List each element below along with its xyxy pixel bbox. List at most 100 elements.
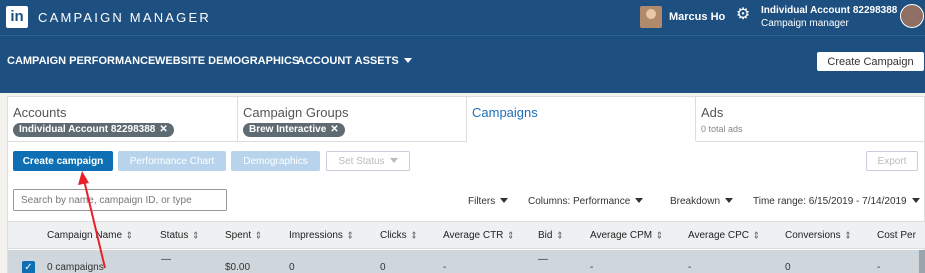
table-row: ✓ 0 campaigns — $0.00 0 0 - — - - 0 - [8,250,925,273]
app-title: CAMPAIGN MANAGER [38,10,211,25]
sort-icon: ⇕ [410,230,418,241]
column-header[interactable]: Campaign Name ⇕ [47,230,133,241]
row-cpc: - [688,262,692,273]
account-filter-chip: Individual Account 82298388 ✕ [13,123,174,137]
row-ctr: - [443,262,447,273]
time-range-label: Time range: 6/15/2019 - 7/14/2019 [753,196,907,207]
column-label: Average CPM [590,230,653,241]
row-status: — [161,254,171,265]
group-filter-chip: Brew Interactive ✕ [243,123,345,137]
chevron-down-icon [403,58,412,63]
filters-dropdown[interactable]: Filters [468,196,509,207]
column-header[interactable]: Bid ⇕ [538,230,563,241]
chevron-down-icon [500,198,509,203]
column-label: Bid [538,230,553,241]
column-label: Campaign Name [47,230,123,241]
account-role: Campaign manager [761,18,849,29]
close-icon[interactable]: ✕ [159,124,167,135]
row-cpm: - [590,262,594,273]
sort-icon: ⇕ [126,230,133,241]
chevron-down-icon [389,157,398,163]
sort-icon: ⇕ [556,230,564,241]
vertical-scrollbar[interactable] [919,250,925,273]
main-nav: CAMPAIGN PERFORMANCE WEBSITE DEMOGRAPHIC… [0,35,925,93]
sort-icon: ⇕ [192,230,200,241]
ads-count: 0 total ads [701,124,743,134]
breakdown-label: Breakdown [670,196,721,207]
column-header[interactable]: Cost Per [877,230,916,241]
row-impressions: 0 [289,262,295,273]
column-header[interactable]: Status ⇕ [160,230,199,241]
column-label: Cost Per [877,230,916,241]
user-avatar[interactable] [640,6,662,28]
column-header[interactable]: Spent ⇕ [225,230,262,241]
breadcrumb-tabs: Accounts Individual Account 82298388 ✕ Ca… [8,97,925,142]
top-bar: in CAMPAIGN MANAGER Marcus Ho ⚙ Individu… [0,0,925,35]
tab-campaign-groups[interactable]: Campaign Groups Brew Interactive ✕ [238,97,467,142]
performance-chart-button[interactable]: Performance Chart [118,151,226,171]
column-header[interactable]: Average CPC ⇕ [688,230,760,241]
close-icon[interactable]: ✕ [330,124,338,135]
sort-icon: ⇕ [255,230,262,241]
column-label: Spent [225,230,252,241]
column-header[interactable]: Average CTR ⇕ [443,230,514,241]
row-spent: $0.00 [225,262,251,273]
nav-account-assets-label: ACCOUNT ASSETS [297,55,399,67]
column-label: Average CTR [443,230,504,241]
tab-campaigns-label: Campaigns [472,105,538,120]
columns-dropdown[interactable]: Columns: Performance [528,196,644,207]
chevron-down-icon [725,198,734,203]
column-label: Average CPC [688,230,749,241]
column-header[interactable]: Impressions ⇕ [289,230,354,241]
export-button[interactable]: Export [866,151,918,171]
create-campaign-header-button[interactable]: Create Campaign [817,52,924,71]
account-name[interactable]: Individual Account 82298388 [761,5,897,16]
filters-label: Filters [468,196,496,207]
columns-label: Columns: Performance [528,196,631,207]
nav-account-assets[interactable]: ACCOUNT ASSETS [297,55,412,67]
profile-avatar[interactable] [900,4,924,28]
tab-ads[interactable]: Ads 0 total ads [696,97,925,142]
row-conversions: 0 [785,262,791,273]
sort-icon: ⇕ [656,230,663,241]
tab-campaign-groups-label: Campaign Groups [243,105,349,120]
set-status-label: Set Status [338,155,385,167]
nav-website-demographics[interactable]: WEBSITE DEMOGRAPHICS [155,55,299,67]
user-name[interactable]: Marcus Ho [669,11,725,23]
gear-icon[interactable]: ⚙ [734,6,752,24]
breakdown-dropdown[interactable]: Breakdown [670,196,734,207]
sort-icon: ⇕ [507,230,515,241]
column-label: Status [160,230,189,241]
row-clicks: 0 [380,262,386,273]
demographics-button[interactable]: Demographics [231,151,320,171]
create-campaign-button[interactable]: Create campaign [13,151,113,171]
sort-icon: ⇕ [346,230,354,241]
sort-icon: ⇕ [844,230,852,241]
search-input[interactable] [13,189,227,211]
row-bid: — [538,254,548,265]
tab-accounts[interactable]: Accounts Individual Account 82298388 ✕ [8,97,238,142]
campaigns-panel: Accounts Individual Account 82298388 ✕ Ca… [7,96,925,273]
table-header: Campaign Name ⇕ Status ⇕ Spent ⇕ Impression… [8,221,925,249]
tab-ads-label: Ads [701,105,724,120]
column-header[interactable]: Clicks ⇕ [380,230,417,241]
column-header[interactable]: Conversions ⇕ [785,230,851,241]
sort-icon: ⇕ [752,230,760,241]
column-header[interactable]: Average CPM ⇕ [590,230,663,241]
column-label: Clicks [380,230,407,241]
tab-accounts-label: Accounts [13,105,67,120]
select-all-checkbox[interactable]: ✓ [22,261,35,273]
set-status-dropdown[interactable]: Set Status [326,151,410,171]
linkedin-logo[interactable]: in [6,6,28,28]
column-label: Conversions [785,230,841,241]
action-bar: Create campaign Performance Chart Demogr… [8,142,925,177]
tab-campaigns[interactable]: Campaigns [467,97,696,142]
nav-campaign-performance[interactable]: CAMPAIGN PERFORMANCE [7,55,155,67]
group-chip-label: Brew Interactive [249,124,327,135]
campaign-manager-window: in CAMPAIGN MANAGER Marcus Ho ⚙ Individu… [0,0,925,273]
chevron-down-icon [911,198,920,203]
column-label: Impressions [289,230,343,241]
row-campaign-name: 0 campaigns [47,262,104,273]
chevron-down-icon [635,198,644,203]
time-range-dropdown[interactable]: Time range: 6/15/2019 - 7/14/2019 [753,196,920,207]
